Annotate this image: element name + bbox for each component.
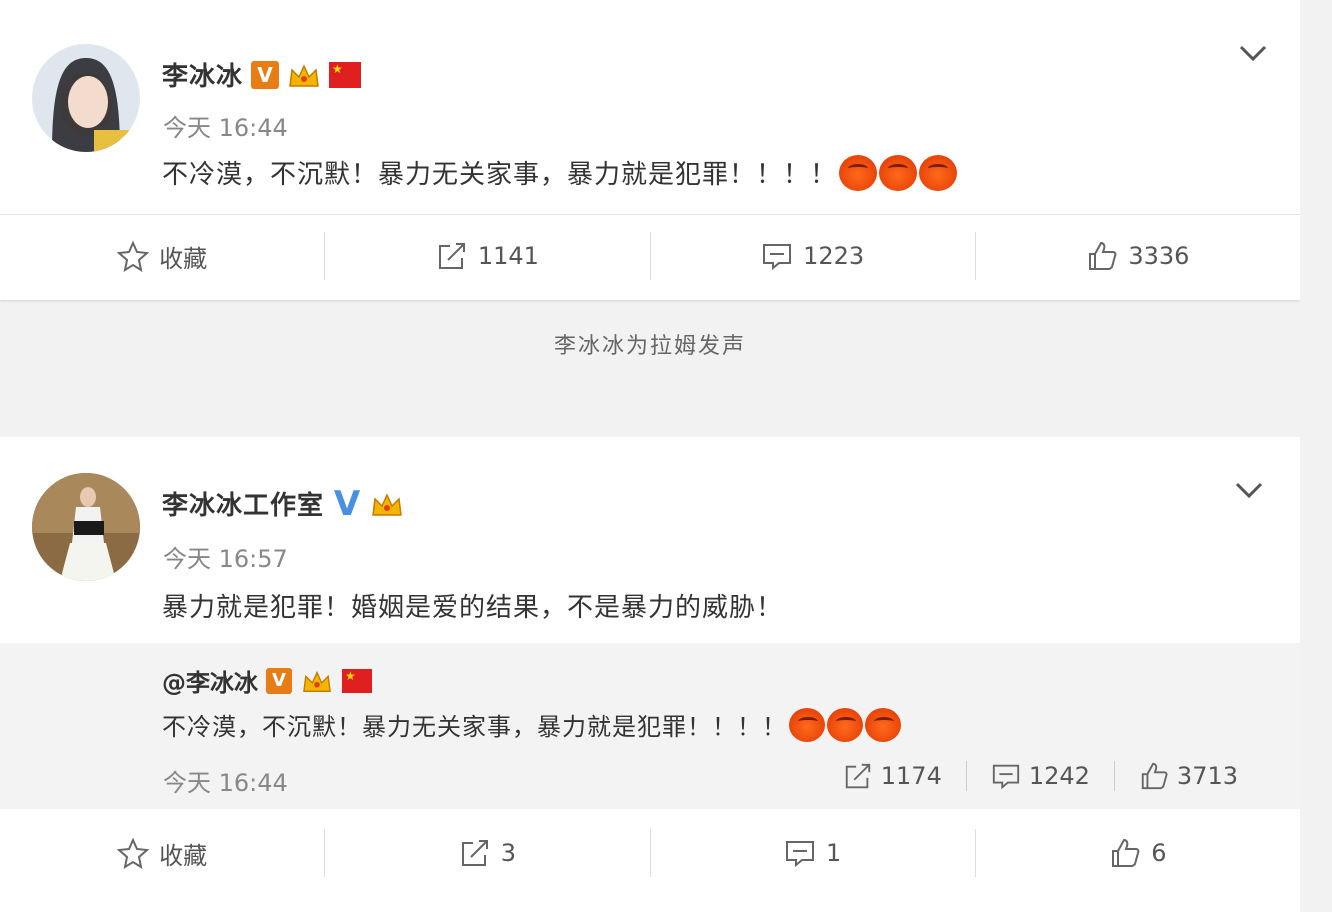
angry-emoji-icon (865, 707, 901, 742)
comment-button[interactable]: 1 (649, 829, 975, 877)
post-time[interactable]: 今天 16:57 (163, 539, 288, 574)
like-button[interactable]: 3336 (974, 232, 1300, 280)
author-avatar[interactable] (32, 473, 140, 581)
thumbs-up-icon (1112, 838, 1140, 867)
repost-repost-button[interactable]: 1174 (819, 761, 966, 791)
crown-badge-icon (370, 489, 404, 519)
action-bar: 收藏 1141 1223 3336 (0, 216, 1300, 296)
angry-emoji-icon (919, 154, 958, 191)
repost-button[interactable]: 3 (324, 829, 649, 877)
share-icon (438, 243, 465, 269)
share-icon (845, 763, 870, 789)
comment-icon (785, 841, 814, 868)
verified-badge-icon: V (333, 483, 361, 524)
thumbs-up-icon (1141, 762, 1168, 790)
repost-comment-count: 1242 (1028, 762, 1090, 790)
comment-button[interactable]: 1223 (649, 232, 975, 280)
author-name[interactable]: 李冰冰 (162, 56, 243, 93)
post-text: 暴力就是犯罪！婚姻是爱的结果，不是暴力的威胁！ (162, 587, 783, 624)
author-name[interactable]: 李冰冰工作室 (162, 485, 324, 522)
favorite-button[interactable]: 收藏 (0, 829, 324, 877)
chevron-down-icon[interactable] (1238, 36, 1268, 71)
star-icon (117, 837, 150, 869)
star-icon (117, 240, 150, 272)
china-flag-icon (342, 668, 372, 693)
weibo-post-card: 李冰冰 V 今天 16:44 不冷漠，不沉默！暴力无关家事，暴力就是犯罪！！！！… (0, 0, 1300, 300)
image-caption: 李冰冰为拉姆发声 (553, 334, 746, 359)
repost-time[interactable]: 今天 16:44 (163, 763, 288, 798)
repost-text-content: 不冷漠，不沉默！暴力无关家事，暴力就是犯罪！！！！ (162, 713, 787, 741)
favorite-button[interactable]: 收藏 (0, 232, 324, 280)
repost-stats: 1174 1242 3713 (819, 761, 1262, 791)
post-text-content: 暴力就是犯罪！婚姻是爱的结果，不是暴力的威胁！ (162, 593, 784, 623)
repost-author-row: @李冰冰 V (162, 663, 372, 698)
china-flag-icon (329, 61, 362, 88)
like-count: 3336 (1128, 242, 1190, 270)
crown-badge-icon (287, 60, 321, 90)
author-row: 李冰冰工作室 V (162, 483, 404, 524)
repost-repost-count: 1174 (880, 762, 942, 790)
comment-count: 1223 (803, 242, 865, 270)
author-row: 李冰冰 V (162, 56, 362, 93)
comment-count: 1 (825, 839, 842, 867)
repost-text: 不冷漠，不沉默！暴力无关家事，暴力就是犯罪！！！！ (162, 707, 901, 742)
favorite-label: 收藏 (159, 841, 208, 870)
angry-emoji-icon (827, 707, 863, 742)
angry-emoji-icon (839, 154, 878, 191)
verified-badge-icon: V (251, 60, 280, 89)
angry-emoji-icon (789, 707, 825, 742)
favorite-label: 收藏 (159, 244, 208, 273)
repost-button[interactable]: 1141 (324, 232, 649, 280)
angry-emoji-icon (879, 154, 918, 191)
repost-like-button[interactable]: 3713 (1113, 761, 1262, 791)
comment-icon (763, 244, 792, 271)
verified-badge-icon: V (266, 667, 292, 694)
repost-count: 3 (500, 839, 517, 867)
page-margin (1300, 0, 1332, 912)
reposted-content[interactable]: @李冰冰 V 不冷漠，不沉默！暴力无关家事，暴力就是犯罪！！！！ 今天 16:4… (0, 643, 1306, 809)
post-time[interactable]: 今天 16:44 (163, 108, 288, 143)
repost-count: 1141 (477, 242, 539, 270)
repost-author-name[interactable]: @李冰冰 (162, 663, 258, 698)
share-icon (461, 840, 488, 866)
weibo-post-card: 李冰冰工作室 V 今天 16:57 暴力就是犯罪！婚姻是爱的结果，不是暴力的威胁… (0, 437, 1306, 912)
comment-icon (992, 764, 1019, 790)
post-text-content: 不冷漠，不沉默！暴力无关家事，暴力就是犯罪！！！！ (162, 160, 838, 190)
like-count: 6 (1151, 839, 1167, 867)
like-button[interactable]: 6 (974, 829, 1300, 877)
divider (0, 214, 1300, 215)
chevron-down-icon[interactable] (1234, 473, 1264, 508)
post-text: 不冷漠，不沉默！暴力无关家事，暴力就是犯罪！！！！ (162, 154, 958, 191)
thumbs-up-icon (1089, 241, 1117, 270)
action-bar: 收藏 3 1 6 (0, 813, 1300, 893)
repost-comment-button[interactable]: 1242 (965, 761, 1114, 791)
repost-like-count: 3713 (1176, 762, 1238, 790)
author-avatar[interactable] (32, 44, 140, 152)
crown-badge-icon (300, 666, 334, 696)
